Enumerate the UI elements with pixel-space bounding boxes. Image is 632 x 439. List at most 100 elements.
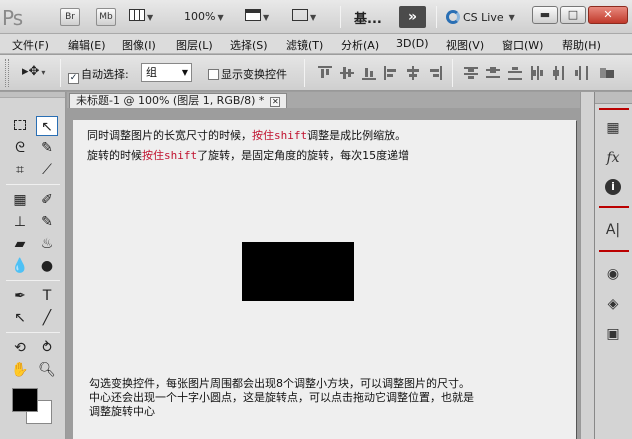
move-tool-icon[interactable]: ↖ xyxy=(36,116,58,136)
options-divider xyxy=(452,59,453,87)
menu-window[interactable]: 窗口(W) xyxy=(502,37,543,53)
auto-select-checkbox[interactable]: ✓ 自动选择: xyxy=(68,66,129,84)
foreground-color-swatch[interactable] xyxy=(12,388,38,412)
cs-live-menu[interactable]: CS Live ▼ xyxy=(446,8,515,26)
menu-layer[interactable]: 图层(L) xyxy=(176,37,213,53)
distribute-top-icon[interactable] xyxy=(464,66,478,80)
3d-orbit-tool-icon[interactable]: ⥁ xyxy=(36,338,58,358)
zoom-level-dropdown[interactable]: 100% ▼ xyxy=(184,7,224,27)
grid-icon xyxy=(129,9,145,21)
dock-group-marker xyxy=(599,108,629,110)
dock-group-marker xyxy=(599,250,629,252)
options-bar-grip[interactable] xyxy=(5,59,9,87)
paint-bucket-tool-icon[interactable]: ♨ xyxy=(36,234,58,254)
chevron-down-icon: ▼ xyxy=(181,68,188,77)
distribute-vertical-center-icon[interactable] xyxy=(486,66,500,80)
zoom-tool-icon[interactable]: 🔍︎ xyxy=(36,360,58,380)
workspace-more-button[interactable]: » xyxy=(399,6,426,28)
histogram-icon[interactable]: ▦ xyxy=(603,118,623,138)
align-bottom-icon[interactable] xyxy=(362,66,376,80)
blur-tool-icon[interactable]: 💧 xyxy=(9,256,31,276)
minimize-button[interactable]: ▬ xyxy=(532,6,558,24)
menu-select[interactable]: 选择(S) xyxy=(230,37,268,53)
note-line-1: 同时调整图片的长宽尺寸的时候，按住shift调整是成比例缩放。 xyxy=(87,129,407,142)
cs-live-icon xyxy=(446,10,460,24)
auto-align-layers-icon[interactable] xyxy=(600,66,614,80)
tools-panel-header[interactable] xyxy=(0,92,65,98)
document-tab[interactable]: 未标题-1 @ 100% (图层 1, RGB/8) * ✕ xyxy=(69,93,288,109)
move-tool-icon: ▸✥ xyxy=(22,64,40,79)
quick-select-tool-icon[interactable]: ✎ xyxy=(36,138,58,158)
paths-icon[interactable]: ▣ xyxy=(603,324,623,344)
arrange-documents-dropdown[interactable]: ▼ xyxy=(245,7,269,27)
clone-stamp-tool-icon[interactable]: ⊥ xyxy=(9,212,31,232)
distribute-bottom-icon[interactable] xyxy=(508,66,522,80)
close-tab-icon[interactable]: ✕ xyxy=(270,97,281,107)
tools-divider xyxy=(6,280,60,281)
align-right-icon[interactable] xyxy=(428,66,442,80)
show-transform-check[interactable] xyxy=(208,69,219,80)
eraser-tool-icon[interactable]: ▰ xyxy=(9,234,31,254)
3d-rotate-tool-icon[interactable]: ⟲ xyxy=(9,338,31,358)
distribute-horizontal-center-icon[interactable] xyxy=(552,66,566,80)
canvas[interactable]: 同时调整图片的长宽尺寸的时候，按住shift调整是成比例缩放。 旋转的时候按住s… xyxy=(73,120,576,439)
channels-icon[interactable]: ◉ xyxy=(603,264,623,284)
menu-filter[interactable]: 滤镜(T) xyxy=(286,37,323,53)
path-selection-tool-icon[interactable]: ↖ xyxy=(9,308,31,328)
fx-icon[interactable]: fx xyxy=(603,148,623,168)
spot-healing-tool-icon[interactable]: ▦ xyxy=(9,190,31,210)
menu-image[interactable]: 图像(I) xyxy=(122,37,156,53)
align-top-icon[interactable] xyxy=(318,66,332,80)
menu-help[interactable]: 帮助(H) xyxy=(562,37,601,53)
tool-preset-picker[interactable]: ▸✥ ▾ xyxy=(22,64,45,79)
menu-analysis[interactable]: 分析(A) xyxy=(341,37,379,53)
layers-icon[interactable]: ◈ xyxy=(603,294,623,314)
pen-tool-icon[interactable]: ✒ xyxy=(9,286,31,306)
history-brush-tool-icon[interactable]: ✎ xyxy=(36,212,58,232)
zoom-value: 100% xyxy=(184,10,216,23)
vertical-scrollbar[interactable] xyxy=(580,92,594,439)
bridge-button[interactable]: Br xyxy=(60,8,80,26)
auto-select-target-dropdown[interactable]: 组 ▼ xyxy=(141,63,192,82)
document-window: 同时调整图片的长宽尺寸的时候，按住shift调整是成比例缩放。 旋转的时候按住s… xyxy=(67,108,594,439)
align-left-icon[interactable] xyxy=(384,66,398,80)
line-tool-icon[interactable]: ╱ xyxy=(36,308,58,328)
show-transform-controls-checkbox[interactable]: 显示变换控件 xyxy=(208,66,287,82)
brush-tool-icon[interactable]: ✐ xyxy=(36,190,58,210)
distribute-left-icon[interactable] xyxy=(530,66,544,80)
align-vertical-center-icon[interactable] xyxy=(340,66,354,80)
maximize-button[interactable]: □ xyxy=(560,6,586,24)
align-horizontal-center-icon[interactable] xyxy=(406,66,420,80)
appbar-divider xyxy=(436,6,437,28)
menu-view[interactable]: 视图(V) xyxy=(446,37,484,53)
extras-dropdown[interactable]: ▼ xyxy=(129,7,153,27)
workspace-label[interactable]: 基... xyxy=(354,8,382,27)
application-bar: Ps Br Mb ▼ 100% ▼ ▼ ▼ 基... » CS Live ▼ ▬ □… xyxy=(0,0,632,34)
type-tool-icon[interactable]: T xyxy=(36,286,58,306)
black-rectangle-layer[interactable] xyxy=(242,242,354,301)
arrange-icon xyxy=(245,9,261,21)
options-divider xyxy=(304,59,305,87)
options-bar: ▸✥ ▾ ✓ 自动选择: 组 ▼ 显示变换控件 xyxy=(0,55,632,91)
screen-mode-dropdown[interactable]: ▼ xyxy=(292,7,316,27)
panel-dock: ▦ fx i A| ◉ ◈ ▣ xyxy=(594,92,632,439)
hand-tool-icon[interactable]: ✋ xyxy=(9,360,31,380)
note-line-2: 旋转的时候按住shift了旋转，是固定角度的旋转，每次15度递增 xyxy=(87,149,410,162)
dock-header[interactable] xyxy=(595,92,632,104)
menu-3d[interactable]: 3D(D) xyxy=(396,37,429,50)
note-bottom-3: 调整旋转中心 xyxy=(89,405,155,418)
dodge-tool-icon[interactable]: ● xyxy=(36,256,58,276)
close-button[interactable]: ✕ xyxy=(588,6,628,24)
menu-file[interactable]: 文件(F) xyxy=(12,37,49,53)
lasso-tool-icon[interactable]: ᘓ xyxy=(9,138,31,158)
document-tab-bar: 未标题-1 @ 100% (图层 1, RGB/8) * ✕ xyxy=(67,92,594,109)
crop-tool-icon[interactable]: ⌗ xyxy=(9,160,31,180)
info-icon[interactable]: i xyxy=(603,176,623,196)
eyedropper-tool-icon[interactable]: ⟋ xyxy=(36,160,58,180)
character-icon[interactable]: A| xyxy=(603,220,623,240)
mini-bridge-button[interactable]: Mb xyxy=(96,8,116,26)
auto-select-check[interactable]: ✓ xyxy=(68,73,79,84)
rect-marquee-tool-icon[interactable] xyxy=(9,116,31,136)
menu-edit[interactable]: 编辑(E) xyxy=(68,37,106,53)
distribute-right-icon[interactable] xyxy=(574,66,588,80)
